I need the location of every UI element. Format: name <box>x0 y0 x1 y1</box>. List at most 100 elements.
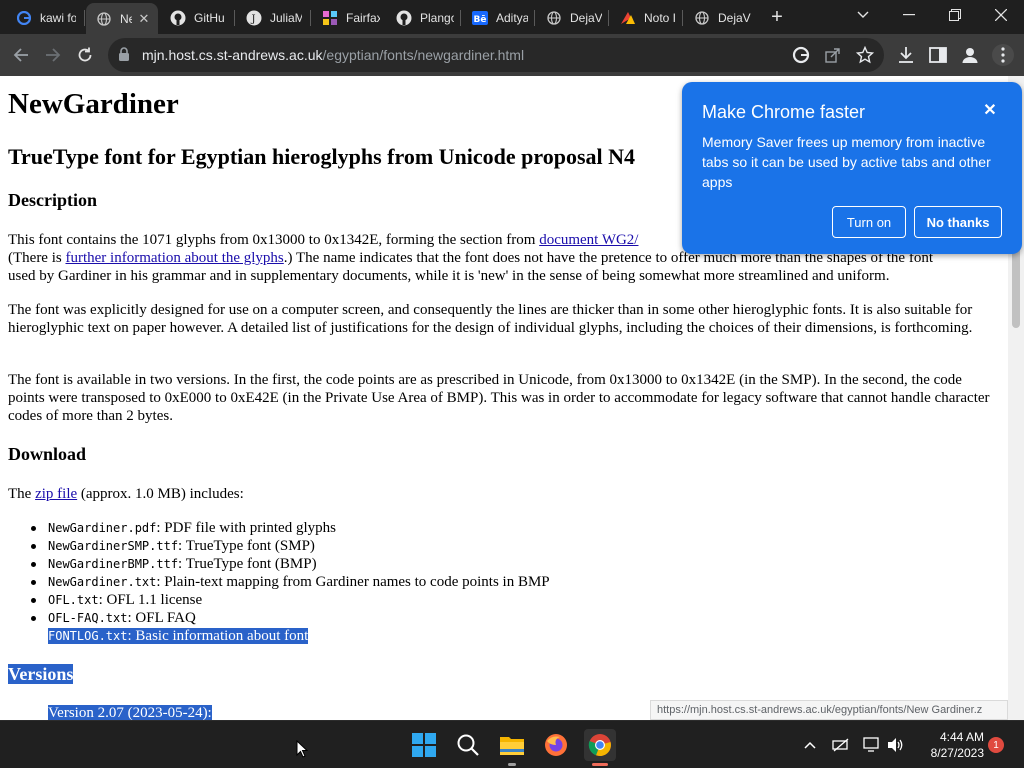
lock-icon[interactable] <box>118 47 130 67</box>
tab-separator <box>534 10 535 26</box>
back-arrow-icon <box>13 48 28 62</box>
taskbar-search-button[interactable] <box>452 729 484 761</box>
no-thanks-button[interactable]: No thanks <box>914 206 1002 238</box>
tab-dejavu-2[interactable]: DejaV <box>684 4 758 32</box>
desc-line-3: used by Gardiner in his grammar and in s… <box>8 268 890 284</box>
memory-saver-popup: Make Chrome faster ✕ Memory Saver frees … <box>682 82 1022 254</box>
tab-julia[interactable]: J JuliaM <box>236 4 308 32</box>
kebab-menu-icon <box>1001 47 1005 63</box>
chrome-taskbar-button[interactable] <box>584 729 616 766</box>
versions-heading: Versions <box>8 664 74 684</box>
google-lens-icon[interactable] <box>792 46 810 64</box>
popup-close-icon[interactable]: ✕ <box>980 100 1000 120</box>
tab-separator <box>460 10 461 26</box>
github-icon <box>170 10 186 26</box>
popup-title: Make Chrome faster <box>702 102 866 122</box>
url-text[interactable]: mjn.host.cs.st-andrews.ac.uk/egyptian/fo… <box>142 47 524 63</box>
popup-body: Memory Saver frees up memory from inacti… <box>702 134 991 190</box>
browser-toolbar: mjn.host.cs.st-andrews.ac.uk/egyptian/fo… <box>0 34 1024 76</box>
windows-taskbar: 4:44 AM 8/27/2023 1 <box>0 720 1024 768</box>
download-intro: The zip file (approx. 1.0 MB) includes: <box>8 486 244 502</box>
clock-date: 8/27/2023 <box>930 746 984 760</box>
forward-button[interactable] <box>38 40 68 70</box>
list-item-selected: FONTLOG.txt: Basic information about fon… <box>30 628 309 644</box>
minimize-button[interactable] <box>886 0 932 30</box>
tab-dejavu-1[interactable]: DejaV <box>536 4 608 32</box>
volume-icon[interactable] <box>886 735 906 755</box>
tab-separator <box>608 10 609 26</box>
tab-kawi[interactable]: kawi fo <box>6 4 82 32</box>
list-item: NewGardiner.txt: Plain-text mapping from… <box>31 574 550 590</box>
list-item: NewGardiner.pdf: PDF file with printed g… <box>31 520 336 536</box>
tab-fairfax[interactable]: Fairfax <box>312 4 386 32</box>
back-button[interactable] <box>6 40 36 70</box>
chevron-up-icon <box>804 741 816 749</box>
close-tab-icon[interactable]: ✕ <box>136 11 152 27</box>
windows-logo-icon <box>412 733 436 757</box>
chrome-menu-button[interactable] <box>992 44 1014 66</box>
close-window-button[interactable] <box>978 0 1024 30</box>
taskbar-clock[interactable]: 4:44 AM 8/27/2023 <box>912 729 984 761</box>
tab-newgardiner[interactable]: Ne ✕ <box>86 3 158 34</box>
globe-icon <box>546 10 562 26</box>
further-information-link[interactable]: further information about the glyphs <box>65 250 283 266</box>
description-heading: Description <box>8 190 97 210</box>
download-icon[interactable] <box>895 44 917 66</box>
list-item: NewGardinerSMP.ttf: TrueType font (SMP) <box>31 538 315 554</box>
tab-noto[interactable]: Noto I <box>610 4 682 32</box>
tab-separator <box>682 10 683 26</box>
tab-separator <box>234 10 235 26</box>
window-controls <box>840 0 1024 30</box>
description-paragraph-2: The font was explicitly designed for use… <box>8 302 973 336</box>
forward-arrow-icon <box>46 48 61 62</box>
firefox-button[interactable] <box>540 729 572 761</box>
show-hidden-icons-button[interactable] <box>800 735 820 755</box>
folder-icon <box>500 737 524 755</box>
tab-separator <box>84 10 85 26</box>
noto-icon <box>620 10 636 26</box>
clock-time: 4:44 AM <box>939 730 984 744</box>
reload-icon <box>78 47 92 62</box>
tab-separator <box>310 10 311 26</box>
side-panel-icon[interactable] <box>927 44 949 66</box>
zip-file-link[interactable]: zip file <box>35 486 77 502</box>
list-item: NewGardinerBMP.ttf: TrueType font (BMP) <box>31 556 317 572</box>
list-item: OFL-FAQ.txt: OFL FAQ <box>31 610 196 626</box>
profile-avatar-icon[interactable] <box>959 44 981 66</box>
tab-github[interactable]: GitHu <box>160 4 232 32</box>
restore-button[interactable] <box>932 0 978 30</box>
file-explorer-button[interactable] <box>496 729 528 766</box>
tab-search-button[interactable] <box>840 0 886 30</box>
restore-icon <box>949 9 961 21</box>
tab-aditya[interactable]: Bē Aditya <box>462 4 534 32</box>
description-paragraph-3: The font is available in two versions. I… <box>8 372 990 424</box>
download-heading: Download <box>8 444 87 464</box>
page-subtitle: TrueType font for Egyptian hieroglyphs f… <box>8 144 636 169</box>
link-status-url: https://mjn.host.cs.st-andrews.ac.uk/egy… <box>650 700 1008 720</box>
version-list-item: Version 2.07 (2023-05-24): <box>31 705 212 720</box>
turn-on-button[interactable]: Turn on <box>832 206 906 238</box>
tab-strip: kawi fo Ne ✕ GitHu J JuliaM Fairfax Plan… <box>0 0 1024 34</box>
reload-button[interactable] <box>70 40 100 70</box>
github-icon <box>396 10 412 26</box>
tab-plango[interactable]: Plango <box>386 4 460 32</box>
chrome-icon <box>588 734 611 757</box>
new-tab-button[interactable]: + <box>766 6 788 28</box>
julia-icon: J <box>246 10 262 26</box>
close-icon <box>995 9 1007 21</box>
bookmark-star-icon[interactable] <box>856 46 874 64</box>
firefox-icon <box>545 734 567 756</box>
globe-icon <box>694 10 710 26</box>
start-button[interactable] <box>408 729 440 761</box>
behance-icon: Bē <box>472 10 488 26</box>
chevron-down-icon <box>857 11 869 18</box>
battery-saver-icon[interactable] <box>831 735 851 755</box>
address-bar[interactable]: mjn.host.cs.st-andrews.ac.uk/egyptian/fo… <box>108 38 884 72</box>
network-icon[interactable] <box>862 735 882 755</box>
notification-badge[interactable]: 1 <box>988 737 1004 753</box>
share-icon[interactable] <box>824 46 842 64</box>
google-icon <box>16 10 32 26</box>
minimize-icon <box>903 14 915 16</box>
document-wg2-link[interactable]: document WG2/ <box>539 232 638 248</box>
list-item: OFL.txt: OFL 1.1 license <box>30 592 203 608</box>
